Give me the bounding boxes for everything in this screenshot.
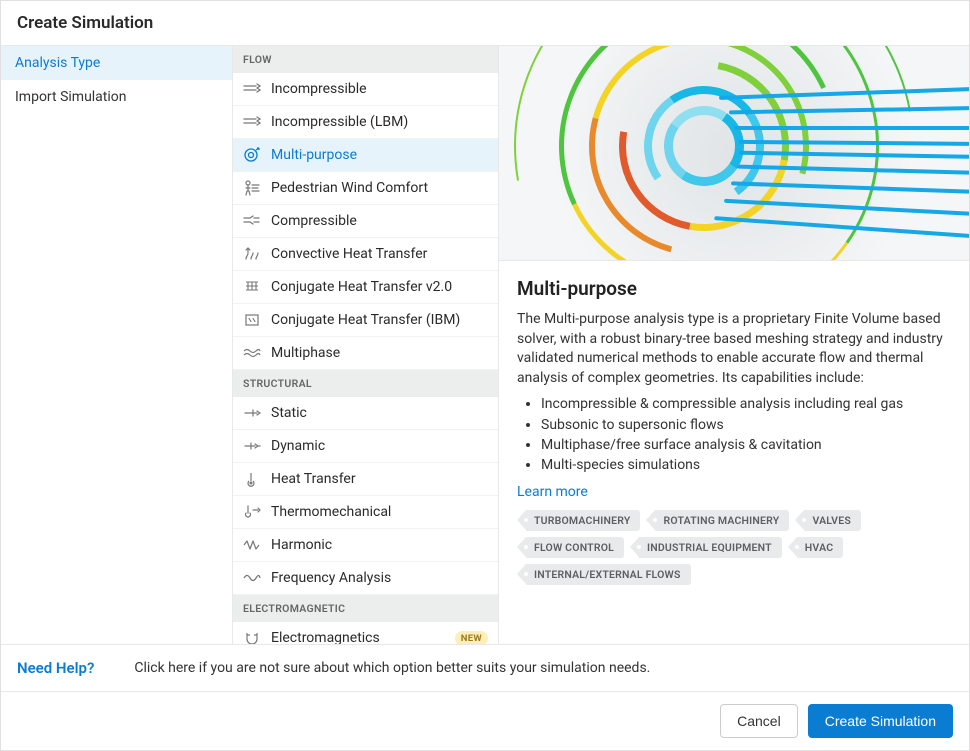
type-item-label: Harmonic bbox=[271, 537, 332, 553]
analysis-type-list: FLOW Incompressible Incompressible (LBM)… bbox=[233, 46, 499, 644]
detail-bullet: Subsonic to supersonic flows bbox=[541, 415, 951, 435]
heat-exchange-icon bbox=[243, 279, 261, 295]
type-item-incompressible-lbm[interactable]: Incompressible (LBM) bbox=[233, 106, 498, 139]
type-item-label: Frequency Analysis bbox=[271, 570, 391, 586]
tag: FLOW CONTROL bbox=[526, 537, 624, 558]
type-item-conjugate-heat-transfer-v2[interactable]: Conjugate Heat Transfer v2.0 bbox=[233, 271, 498, 304]
type-item-label: Convective Heat Transfer bbox=[271, 246, 427, 262]
tag: VALVES bbox=[804, 510, 861, 531]
group-header-structural: STRUCTURAL bbox=[233, 370, 498, 397]
detail-panel: Multi-purpose The Multi-purpose analysis… bbox=[499, 46, 969, 644]
type-item-compressible[interactable]: Compressible bbox=[233, 205, 498, 238]
type-item-multiphase[interactable]: Multiphase bbox=[233, 337, 498, 370]
type-item-label: Dynamic bbox=[271, 438, 325, 454]
detail-bullet-list: Incompressible & compressible analysis i… bbox=[517, 394, 951, 475]
wave-icon bbox=[243, 345, 261, 361]
harmonic-icon bbox=[243, 537, 261, 553]
type-item-label: Thermomechanical bbox=[271, 504, 391, 520]
main-area: Analysis Type Import Simulation FLOW Inc… bbox=[1, 46, 969, 644]
frequency-icon bbox=[243, 570, 261, 586]
dialog-footer: Cancel Create Simulation bbox=[1, 692, 969, 750]
type-item-label: Conjugate Heat Transfer v2.0 bbox=[271, 279, 452, 295]
learn-more-link[interactable]: Learn more bbox=[517, 484, 588, 500]
heat-box-icon bbox=[243, 312, 261, 328]
type-item-label: Incompressible (LBM) bbox=[271, 114, 408, 130]
type-item-dynamic[interactable]: Dynamic bbox=[233, 430, 498, 463]
thermo-mech-icon bbox=[243, 504, 261, 520]
new-badge: NEW bbox=[455, 631, 488, 645]
type-item-multi-purpose[interactable]: Multi-purpose bbox=[233, 139, 498, 172]
type-item-label: Multi-purpose bbox=[271, 147, 357, 163]
static-icon bbox=[243, 405, 261, 421]
sidebar-item-analysis-type[interactable]: Analysis Type bbox=[1, 46, 232, 80]
type-item-heat-transfer[interactable]: Heat Transfer bbox=[233, 463, 498, 496]
type-item-label: Multiphase bbox=[271, 345, 340, 361]
detail-bullet: Multi-species simulations bbox=[541, 455, 951, 475]
sidebar: Analysis Type Import Simulation bbox=[1, 46, 233, 644]
help-title: Need Help? bbox=[17, 659, 94, 677]
tag: TURBOMACHINERY bbox=[526, 510, 640, 531]
detail-title: Multi-purpose bbox=[517, 277, 951, 300]
help-bar[interactable]: Need Help? Click here if you are not sur… bbox=[1, 644, 969, 692]
dialog-title: Create Simulation bbox=[1, 1, 969, 46]
type-item-conjugate-heat-transfer-ibm[interactable]: Conjugate Heat Transfer (IBM) bbox=[233, 304, 498, 337]
type-item-electromagnetics[interactable]: Electromagnetics NEW bbox=[233, 622, 498, 644]
detail-body: Multi-purpose The Multi-purpose analysis… bbox=[499, 261, 969, 601]
detail-description: The Multi-purpose analysis type is a pro… bbox=[517, 310, 951, 388]
tag: INDUSTRIAL EQUIPMENT bbox=[639, 537, 782, 558]
type-item-harmonic[interactable]: Harmonic bbox=[233, 529, 498, 562]
heat-arrows-icon bbox=[243, 246, 261, 262]
sidebar-item-import-simulation[interactable]: Import Simulation bbox=[1, 80, 232, 114]
tag: HVAC bbox=[797, 537, 843, 558]
type-item-pedestrian-wind-comfort[interactable]: Pedestrian Wind Comfort bbox=[233, 172, 498, 205]
type-item-incompressible[interactable]: Incompressible bbox=[233, 73, 498, 106]
cancel-button[interactable]: Cancel bbox=[720, 704, 798, 738]
type-item-label: Electromagnetics bbox=[271, 630, 380, 644]
tag: INTERNAL/EXTERNAL FLOWS bbox=[526, 564, 691, 585]
flow-icon bbox=[243, 114, 261, 130]
group-header-electromagnetic: ELECTROMAGNETIC bbox=[233, 595, 498, 622]
type-item-label: Conjugate Heat Transfer (IBM) bbox=[271, 312, 460, 328]
type-item-convective-heat-transfer[interactable]: Convective Heat Transfer bbox=[233, 238, 498, 271]
detail-bullet: Multiphase/free surface analysis & cavit… bbox=[541, 435, 951, 455]
compress-icon bbox=[243, 213, 261, 229]
type-item-static[interactable]: Static bbox=[233, 397, 498, 430]
detail-preview-image bbox=[499, 46, 969, 261]
thermometer-icon bbox=[243, 471, 261, 487]
target-icon bbox=[243, 147, 261, 163]
type-item-label: Pedestrian Wind Comfort bbox=[271, 180, 428, 196]
person-wind-icon bbox=[243, 180, 261, 196]
type-item-frequency-analysis[interactable]: Frequency Analysis bbox=[233, 562, 498, 595]
help-text: Click here if you are not sure about whi… bbox=[134, 660, 650, 676]
tag: ROTATING MACHINERY bbox=[655, 510, 789, 531]
dynamic-icon bbox=[243, 438, 261, 454]
type-item-label: Static bbox=[271, 405, 307, 421]
flow-icon bbox=[243, 81, 261, 97]
magnet-icon bbox=[243, 630, 261, 644]
group-header-flow: FLOW bbox=[233, 46, 498, 73]
create-simulation-dialog: Create Simulation Analysis Type Import S… bbox=[0, 0, 970, 751]
tag-list: TURBOMACHINERY ROTATING MACHINERY VALVES… bbox=[517, 510, 951, 585]
create-simulation-button[interactable]: Create Simulation bbox=[808, 704, 953, 738]
type-item-label: Compressible bbox=[271, 213, 357, 229]
type-item-thermomechanical[interactable]: Thermomechanical bbox=[233, 496, 498, 529]
type-item-label: Heat Transfer bbox=[271, 471, 356, 487]
type-item-label: Incompressible bbox=[271, 81, 367, 97]
detail-bullet: Incompressible & compressible analysis i… bbox=[541, 394, 951, 414]
